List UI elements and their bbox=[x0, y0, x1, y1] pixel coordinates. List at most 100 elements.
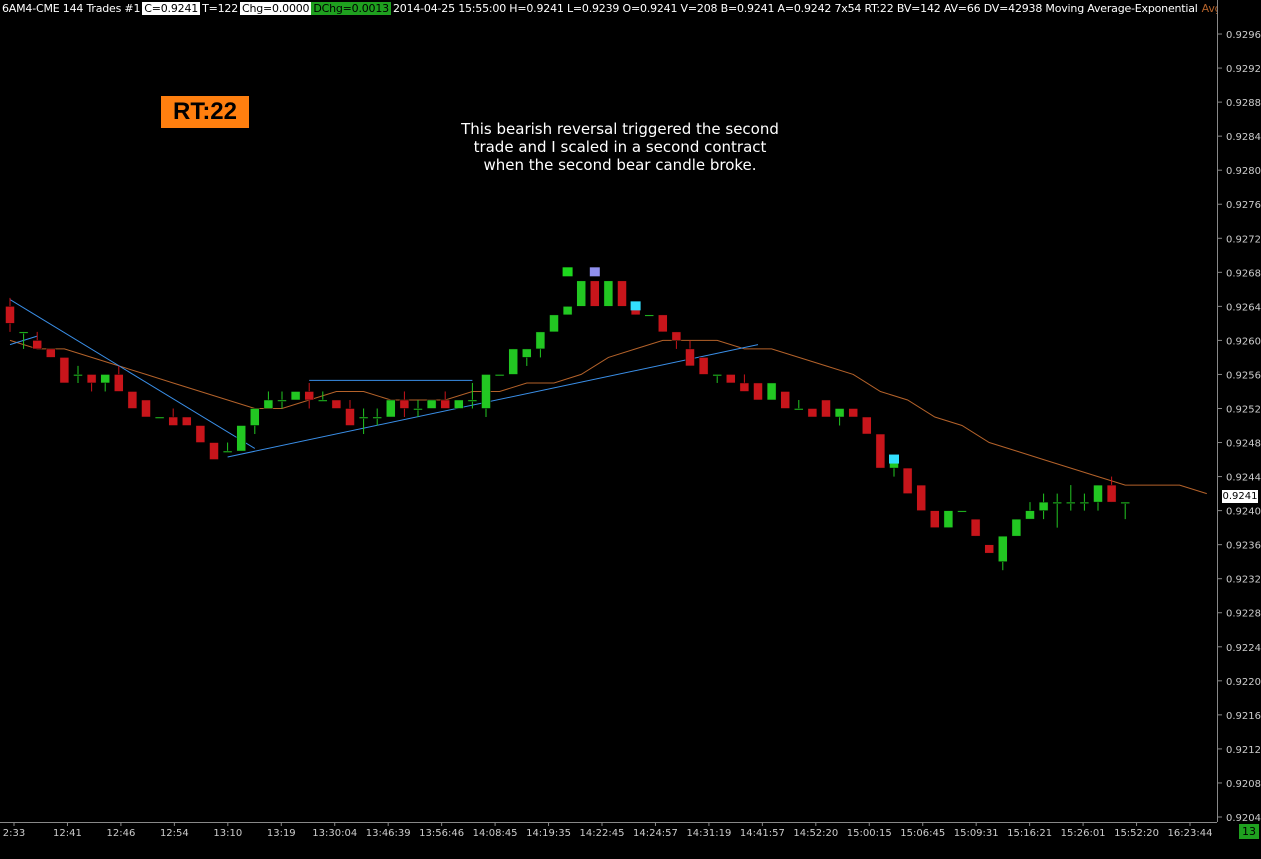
time-axis[interactable] bbox=[0, 822, 1217, 859]
candle-body bbox=[794, 408, 804, 411]
candle bbox=[658, 314, 668, 333]
candle bbox=[195, 425, 206, 443]
candle-body bbox=[59, 357, 70, 384]
candle bbox=[549, 314, 559, 333]
candle-body bbox=[821, 399, 831, 418]
candle-body bbox=[1093, 484, 1103, 503]
daily-change-value: DChg=0.0013 bbox=[311, 1, 391, 15]
candle bbox=[576, 280, 586, 307]
candle bbox=[1106, 476, 1117, 503]
candle bbox=[943, 510, 954, 528]
candle-body bbox=[304, 391, 314, 401]
candle-body bbox=[1025, 510, 1035, 520]
candle-body bbox=[86, 374, 97, 384]
trendline-0[interactable] bbox=[9, 299, 256, 449]
candle-body bbox=[100, 374, 110, 384]
candle-body bbox=[644, 314, 654, 317]
candle-body bbox=[372, 416, 382, 419]
candle bbox=[413, 399, 423, 417]
candle bbox=[494, 374, 505, 377]
candle bbox=[766, 382, 777, 401]
candle-body bbox=[426, 399, 437, 409]
candle bbox=[386, 399, 396, 418]
candle-body bbox=[18, 331, 29, 334]
candle-body bbox=[154, 416, 165, 419]
candle bbox=[290, 391, 301, 401]
candle-body bbox=[916, 484, 926, 511]
candle-body bbox=[440, 399, 450, 409]
candle-body bbox=[250, 408, 260, 426]
candle-body bbox=[209, 442, 219, 460]
price-axis[interactable] bbox=[1217, 0, 1261, 822]
candle-body bbox=[318, 399, 328, 402]
candle-body bbox=[413, 408, 423, 411]
candle bbox=[222, 442, 233, 453]
candle-body bbox=[114, 374, 124, 392]
candle bbox=[726, 374, 736, 384]
candle-body bbox=[331, 399, 342, 409]
candle-body bbox=[508, 348, 518, 375]
candle-body bbox=[698, 357, 709, 375]
candle bbox=[712, 374, 722, 383]
candle bbox=[970, 518, 981, 537]
candle bbox=[141, 399, 151, 418]
candle bbox=[916, 484, 926, 511]
candle-body bbox=[454, 399, 464, 409]
candle-body bbox=[590, 280, 600, 307]
candle bbox=[154, 416, 165, 419]
candle bbox=[440, 391, 450, 409]
candle bbox=[1038, 493, 1049, 520]
candle-body bbox=[970, 518, 981, 537]
candle-body bbox=[127, 391, 138, 409]
candle-body bbox=[658, 314, 668, 333]
candle bbox=[345, 399, 355, 426]
candle-body bbox=[862, 416, 872, 435]
candle-body bbox=[222, 450, 233, 453]
candle-body bbox=[998, 535, 1008, 562]
candle-body bbox=[739, 382, 750, 392]
candle bbox=[454, 399, 464, 409]
candle-body bbox=[957, 510, 967, 513]
candle-body bbox=[1120, 501, 1130, 504]
candle bbox=[18, 331, 29, 349]
candle bbox=[5, 297, 15, 332]
bar-count-tag: 13 bbox=[1239, 824, 1259, 839]
candle bbox=[73, 365, 83, 383]
candle-body bbox=[617, 280, 627, 307]
candle-body bbox=[753, 382, 763, 401]
candle-body bbox=[562, 306, 573, 316]
candle bbox=[1052, 493, 1062, 528]
change-value: Chg=0.0000 bbox=[240, 1, 312, 15]
candle-body bbox=[930, 510, 940, 528]
signal-marker bbox=[630, 301, 641, 311]
candle bbox=[1025, 502, 1035, 520]
candle-body bbox=[182, 416, 192, 426]
signal-marker bbox=[562, 267, 573, 277]
candle bbox=[263, 391, 274, 409]
candle-body bbox=[603, 280, 614, 307]
candle-body bbox=[726, 374, 736, 384]
ticks-value: T=122 bbox=[202, 1, 238, 15]
candle bbox=[236, 425, 246, 452]
candle bbox=[780, 391, 790, 409]
candle bbox=[46, 348, 56, 358]
signal-marker bbox=[589, 267, 600, 277]
candle bbox=[794, 399, 804, 411]
chart-header: 6AM4-CME 144 Trades #1 C=0.9241 T=122 Ch… bbox=[0, 0, 1261, 16]
candle bbox=[1079, 493, 1090, 511]
candle bbox=[562, 306, 573, 316]
candle-body bbox=[875, 433, 886, 469]
candle-body bbox=[1079, 501, 1090, 504]
candle-body bbox=[277, 399, 287, 402]
candle bbox=[957, 510, 967, 513]
candle bbox=[603, 280, 614, 307]
candle-body bbox=[358, 416, 369, 419]
candle-body bbox=[168, 416, 178, 426]
candle bbox=[481, 374, 491, 417]
candle bbox=[114, 365, 124, 392]
candle bbox=[399, 391, 410, 417]
close-value: C=0.9241 bbox=[142, 1, 201, 15]
candle bbox=[1093, 484, 1103, 511]
candle-body bbox=[535, 331, 546, 350]
candle-body bbox=[984, 544, 994, 554]
